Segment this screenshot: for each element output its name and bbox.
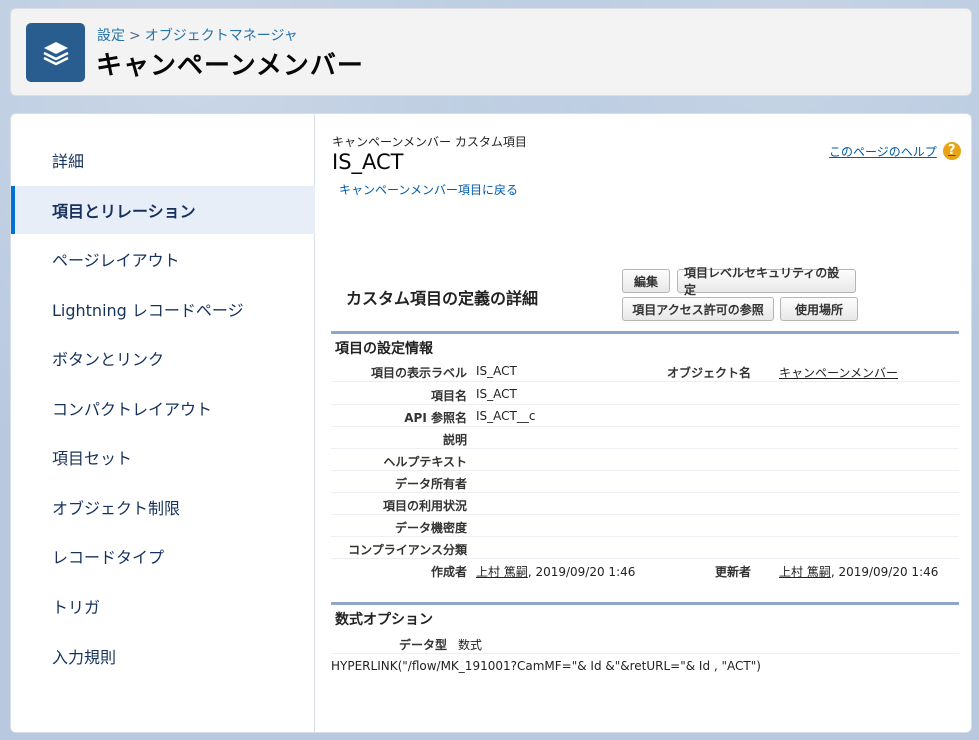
- sidebar: 詳細 項目とリレーション ページレイアウト Lightning レコードページ …: [11, 114, 315, 732]
- field-usage-label: 項目の利用状況: [382, 499, 467, 513]
- table-row: データ型 数式: [331, 632, 959, 654]
- table-row: コンプライアンス分類: [331, 537, 959, 559]
- page-header: 設定 > オブジェクトマネージャ キャンペーンメンバー: [10, 8, 972, 96]
- help-link[interactable]: このページのヘルプ ?: [829, 142, 961, 160]
- created-by-date: , 2019/09/20 1:46: [527, 565, 636, 579]
- object-name-link[interactable]: キャンペーンメンバー: [779, 364, 898, 381]
- field-label-value: IS_ACT: [476, 364, 517, 378]
- sidebar-item-fields-relationships[interactable]: 項目とリレーション: [11, 186, 315, 234]
- back-to-fields-link[interactable]: キャンペーンメンバー項目に戻る: [339, 181, 518, 198]
- table-row: 項目の利用状況: [331, 493, 959, 515]
- breadcrumb-object-manager-link[interactable]: オブジェクトマネージャ: [145, 28, 298, 44]
- field-detail-content: キャンペーンメンバー カスタム項目 IS_ACT キャンペーンメンバー項目に戻る…: [316, 114, 971, 732]
- modified-by-label: 更新者: [714, 565, 751, 579]
- sidebar-item-compact-layouts[interactable]: コンパクトレイアウト: [11, 384, 315, 432]
- help-text-label: ヘルプテキスト: [383, 455, 467, 469]
- object-name-label: オブジェクト名: [666, 366, 751, 380]
- breadcrumb-setup-link[interactable]: 設定: [97, 28, 125, 44]
- field-title: IS_ACT: [332, 150, 404, 174]
- where-used-button[interactable]: 使用場所: [780, 297, 858, 321]
- api-name-label: API 参照名: [404, 411, 467, 425]
- page-title: キャンペーンメンバー: [96, 51, 364, 81]
- sidebar-item-page-layouts[interactable]: ページレイアウト: [11, 235, 315, 283]
- main-panel: 詳細 項目とリレーション ページレイアウト Lightning レコードページ …: [10, 113, 972, 733]
- breadcrumb-separator: >: [129, 28, 141, 44]
- section-title: カスタム項目の定義の詳細: [346, 289, 539, 308]
- edit-button[interactable]: 編集: [622, 269, 670, 293]
- sidebar-item-validation-rules[interactable]: 入力規則: [11, 632, 315, 680]
- sidebar-item-buttons-links[interactable]: ボタンとリンク: [11, 334, 315, 382]
- api-name-value: IS_ACT__c: [476, 409, 536, 423]
- modified-by-user-link[interactable]: 上村 篤嗣: [779, 565, 831, 579]
- sidebar-item-lightning-record-pages[interactable]: Lightning レコードページ: [11, 285, 315, 333]
- data-type-label: データ型: [398, 638, 447, 652]
- object-subtitle: キャンペーンメンバー カスタム項目: [332, 135, 527, 149]
- sidebar-item-triggers[interactable]: トリガ: [11, 582, 315, 630]
- compliance-category-label: コンプライアンス分類: [348, 543, 467, 557]
- modified-by-value: 上村 篤嗣, 2019/09/20 1:46: [779, 563, 938, 580]
- table-row: 作成者 上村 篤嗣, 2019/09/20 1:46 更新者 上村 篤嗣, 20…: [331, 559, 959, 581]
- help-link-label: このページのヘルプ: [829, 144, 937, 159]
- field-name-label: 項目名: [430, 389, 467, 403]
- created-by-label: 作成者: [430, 565, 467, 579]
- table-row: API 参照名 IS_ACT__c: [331, 405, 959, 427]
- view-field-accessibility-button[interactable]: 項目アクセス許可の参照: [622, 297, 774, 321]
- field-label-label: 項目の表示ラベル: [370, 366, 467, 380]
- field-name-value: IS_ACT: [476, 387, 517, 401]
- sidebar-item-field-sets[interactable]: 項目セット: [11, 433, 315, 481]
- created-by-user-link[interactable]: 上村 篤嗣: [476, 565, 528, 579]
- formula-text: HYPERLINK("/flow/MK_191001?CamMF="& Id &…: [331, 659, 761, 673]
- table-row: 項目の表示ラベル IS_ACT オブジェクト名 キャンペーンメンバー: [331, 360, 959, 382]
- formula-options-header: 数式オプション: [331, 602, 959, 630]
- table-row: データ所有者: [331, 471, 959, 493]
- data-type-value: 数式: [458, 638, 483, 652]
- created-by-value: 上村 篤嗣, 2019/09/20 1:46: [476, 563, 635, 580]
- breadcrumb: 設定 > オブジェクトマネージャ: [97, 25, 298, 45]
- modified-by-date: , 2019/09/20 1:46: [830, 565, 939, 579]
- field-info-header: 項目の設定情報: [331, 331, 959, 359]
- sidebar-item-details[interactable]: 詳細: [11, 136, 315, 184]
- sidebar-item-record-types[interactable]: レコードタイプ: [11, 532, 315, 580]
- layers-icon: [26, 23, 85, 82]
- data-sensitivity-label: データ機密度: [394, 521, 467, 535]
- table-row: ヘルプテキスト: [331, 449, 959, 471]
- field-level-security-button[interactable]: 項目レベルセキュリティの設定: [677, 266, 856, 297]
- description-label: 説明: [442, 433, 467, 447]
- data-owner-label: データ所有者: [394, 477, 467, 491]
- table-row: データ機密度: [331, 515, 959, 537]
- sidebar-item-object-limits[interactable]: オブジェクト制限: [11, 483, 315, 531]
- question-icon: ?: [942, 142, 961, 160]
- table-row: 項目名 IS_ACT: [331, 383, 959, 405]
- table-row: 説明: [331, 427, 959, 449]
